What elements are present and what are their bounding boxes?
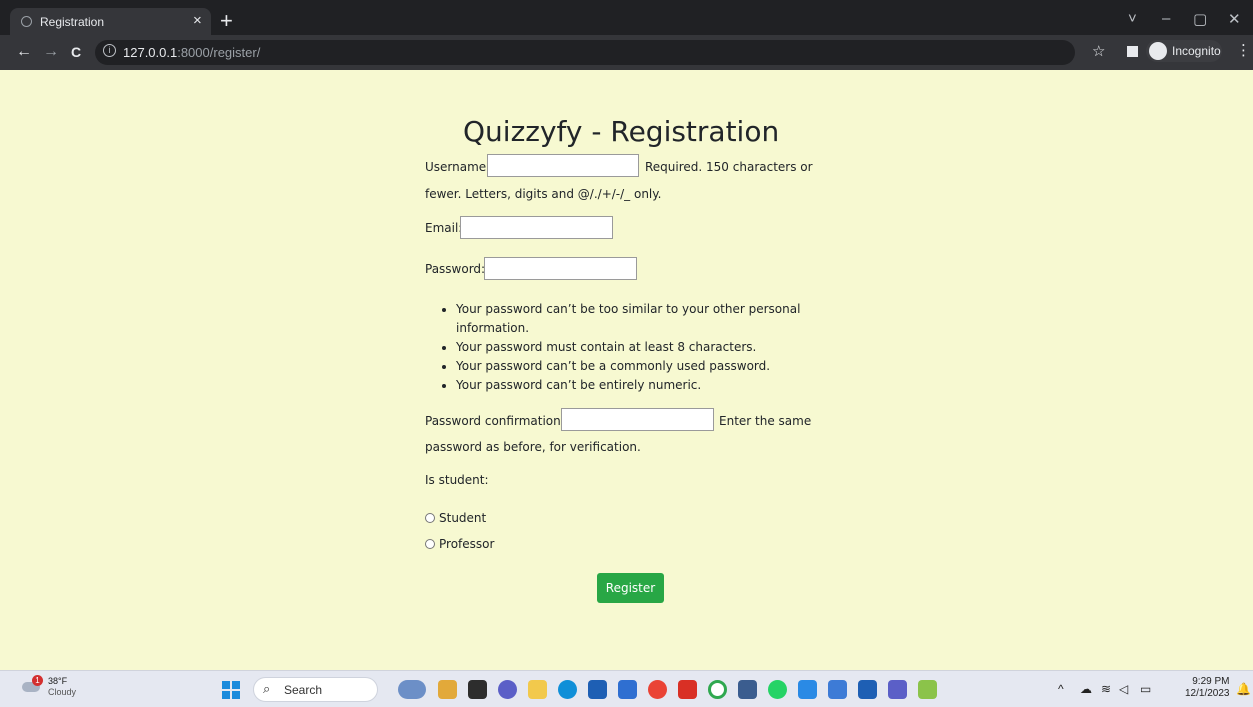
app-icon[interactable] [678,680,697,699]
list-item: Your password can’t be too similar to yo… [456,300,801,338]
wifi-icon[interactable]: ≋ [1101,682,1111,696]
site-info-icon[interactable]: i [103,44,116,57]
whatsapp-icon[interactable] [768,680,787,699]
page-title: Quizzyfy - Registration [463,115,780,148]
radio-professor-label[interactable]: Professor [439,537,494,551]
maximize-button[interactable]: ▢ [1193,10,1207,28]
search-label: Search [284,683,323,697]
copilot-icon[interactable] [398,680,426,699]
tab-search-icon[interactable]: ˅ [1128,10,1137,27]
weather-condition: Cloudy [48,687,77,697]
chat-icon[interactable] [498,680,517,699]
address-bar[interactable]: i 127.0.0.1:8000/register/ [95,40,1075,65]
search-icon: ⌕ [263,681,271,696]
list-item: Your password can’t be entirely numeric. [456,376,841,395]
url-host: 127.0.0.1 [123,45,178,60]
password2-help-1: Enter the same [719,414,812,428]
tab-registration[interactable]: Registration × [10,8,211,35]
list-item: Your password must contain at least 8 ch… [456,338,841,357]
tab-strip: Registration × + ˅ – ▢ ✕ [0,8,1253,35]
password-input[interactable] [484,257,637,280]
username-input[interactable] [487,154,639,177]
radio-professor[interactable] [425,539,435,549]
list-item: Your password can’t be a commonly used p… [456,357,841,376]
username-help-1: Required. 150 characters or [645,160,813,174]
app-icon[interactable] [618,680,637,699]
vscode-icon[interactable] [798,680,817,699]
url-path: :8000/register/ [177,45,261,60]
password2-input[interactable] [561,408,714,431]
chevron-up-icon[interactable]: ^ [1058,682,1064,696]
clock-date: 12/1/2023 [1185,688,1230,699]
file-explorer-icon[interactable] [528,680,547,699]
weather-badge: 1 [32,675,43,686]
tab-close-icon[interactable]: × [193,12,202,29]
bookmark-star-icon[interactable]: ☆ [1092,42,1105,60]
incognito-badge[interactable]: Incognito [1146,40,1222,62]
password-rules: Your password can’t be too similar to yo… [441,300,841,395]
username-label: Username: [425,160,491,174]
page-content: Quizzyfy - Registration Username: Requir… [0,70,1253,670]
browser-menu-icon[interactable]: ⋮ [1236,41,1251,59]
notification-bell-icon[interactable]: 🔔 [1236,682,1251,696]
reload-icon[interactable]: C [71,44,81,60]
is-student-label: Is student: [425,473,489,487]
clock[interactable]: 9:29 PM 12/1/2023 [1185,676,1230,700]
photos-icon[interactable] [438,680,457,699]
taskbar-search[interactable]: ⌕ Search [253,677,378,702]
side-panel-icon[interactable] [1127,46,1138,57]
forward-icon[interactable]: → [43,43,59,61]
battery-icon[interactable]: ▭ [1140,682,1151,696]
app-icon[interactable] [708,680,727,699]
terminal-icon[interactable] [468,680,487,699]
password2-label: Password confirmation: [425,414,565,428]
register-button[interactable]: Register [597,573,664,603]
radio-student-label[interactable]: Student [439,511,486,525]
incognito-label: Incognito [1172,44,1221,58]
password-label: Password: [425,262,486,276]
volume-icon[interactable]: ◁ [1119,682,1128,696]
browser-toolbar: ← → C i 127.0.0.1:8000/register/ [0,35,1253,70]
store-icon[interactable] [588,680,607,699]
taskbar: 1 38°F Cloudy ⌕ Search ^ ☁ ≋ ◁ ▭ 9:29 PM… [0,670,1253,707]
notepad-icon[interactable] [828,680,847,699]
password2-help-2: password as before, for verification. [425,440,641,454]
incognito-icon [1149,42,1167,60]
chrome-icon[interactable] [648,680,667,699]
teams-icon[interactable] [888,680,907,699]
email-label: Email: [425,221,463,235]
url-text: 127.0.0.1:8000/register/ [123,45,260,60]
new-tab-button[interactable]: + [220,9,233,33]
app-icon[interactable] [918,680,937,699]
email-input[interactable] [460,216,613,239]
username-help-2: fewer. Letters, digits and @/./+/-/_ onl… [425,187,662,201]
tab-title: Registration [40,15,105,29]
start-icon[interactable] [222,681,240,699]
minimize-button[interactable]: – [1162,10,1170,27]
clock-time: 9:29 PM [1192,676,1230,687]
edge-icon[interactable] [558,680,577,699]
postgres-icon[interactable] [738,680,757,699]
onedrive-icon[interactable]: ☁ [1080,682,1092,696]
tab-favicon-icon [21,16,32,27]
radio-student[interactable] [425,513,435,523]
back-icon[interactable]: ← [16,43,32,61]
word-icon[interactable] [858,680,877,699]
close-window-button[interactable]: ✕ [1228,10,1241,28]
weather-temp: 38°F [48,676,68,686]
